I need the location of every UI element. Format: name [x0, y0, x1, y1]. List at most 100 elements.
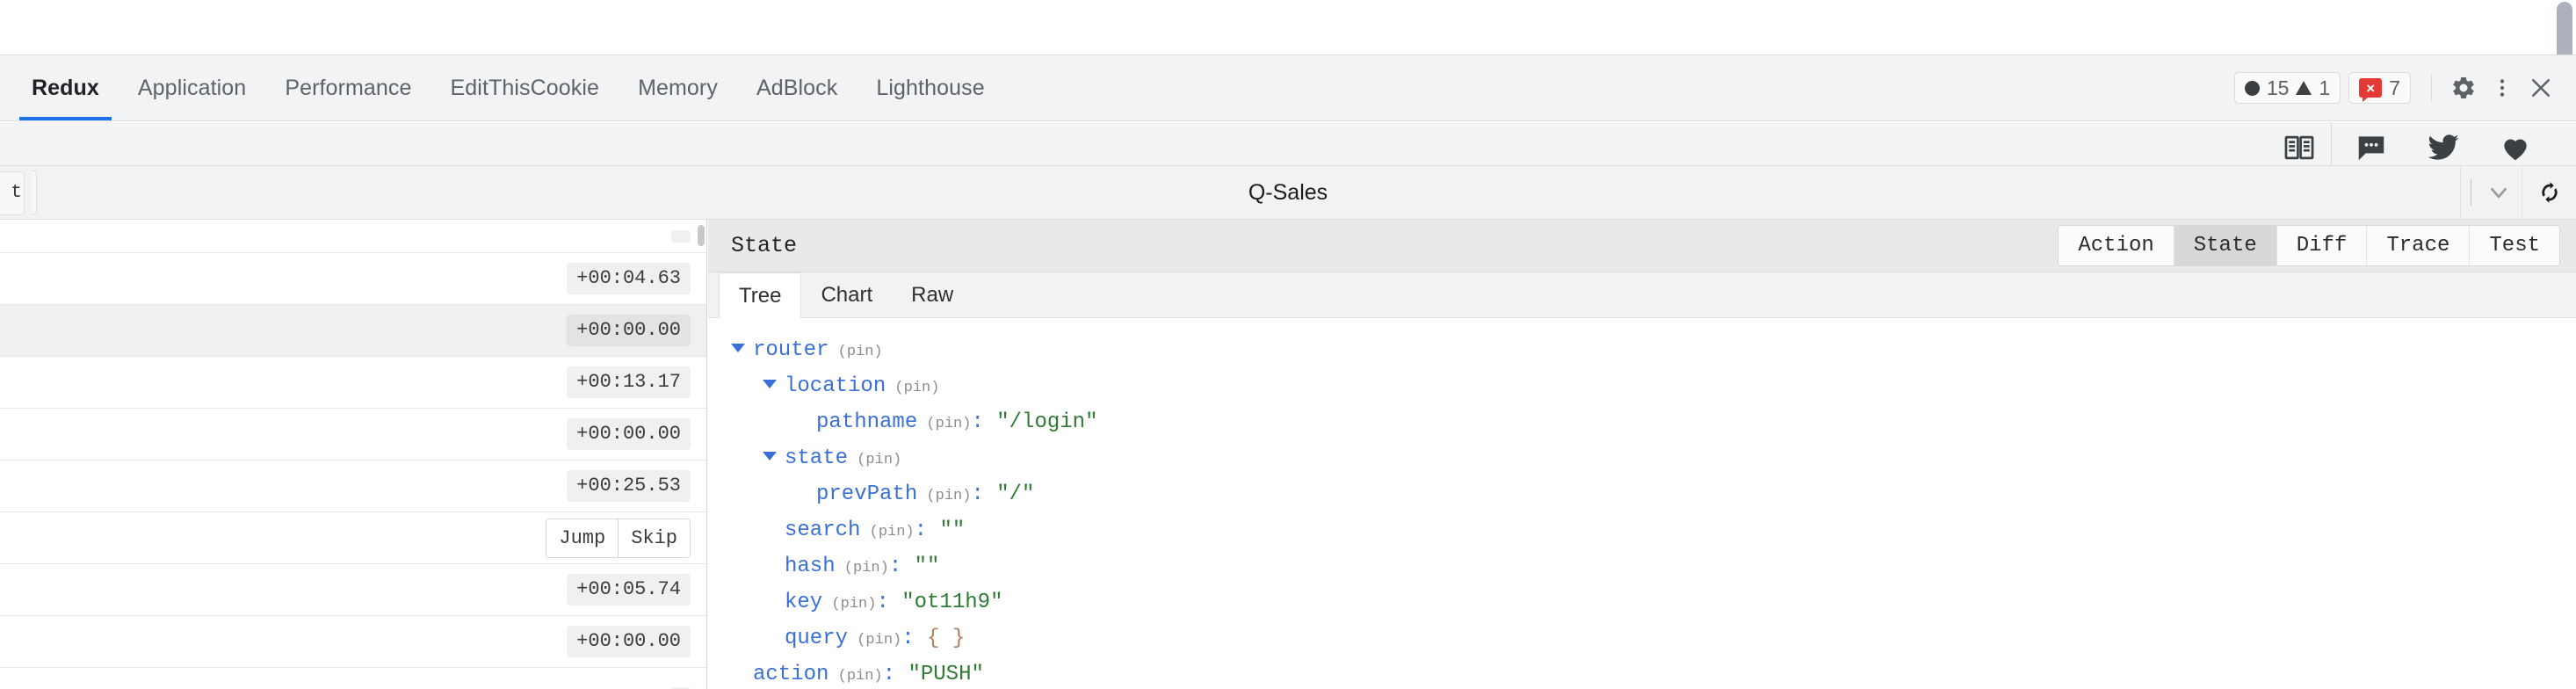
tree-node[interactable]: query (pin): { } [708, 620, 2576, 656]
twitter-icon[interactable] [2425, 129, 2462, 166]
tree-node-pin[interactable]: (pin) [829, 344, 883, 360]
expand-arrow-icon[interactable] [731, 344, 745, 352]
tree-node[interactable]: search (pin): "" [708, 512, 2576, 548]
instance-bar: t Q-Sales [0, 165, 2576, 220]
action-row[interactable]: +00:00.00 [0, 409, 706, 461]
message-warning-badge[interactable]: 15 1 [2233, 72, 2341, 104]
tree-node-pin[interactable]: (pin) [860, 524, 915, 540]
action-row[interactable]: +00:25.53 [0, 461, 706, 512]
action-timestamp: +00:00.00 [567, 315, 691, 346]
tree-node-key: hash [785, 555, 836, 578]
tree-node[interactable]: pathname (pin): "/login" [708, 404, 2576, 440]
action-row-hovered[interactable]: Jump Skip [0, 512, 706, 564]
action-row[interactable]: +00:04.63 [0, 253, 706, 305]
tree-node-key: key [785, 591, 823, 614]
tree-node-colon: : [971, 410, 997, 434]
jump-button[interactable]: Jump [546, 519, 619, 557]
tab-performance-label: Performance [285, 75, 412, 100]
tree-node-key: pathname [816, 410, 918, 434]
tab-memory[interactable]: Memory [619, 55, 737, 120]
tab-lighthouse[interactable]: Lighthouse [857, 55, 1003, 120]
tree-node-pin[interactable]: (pin) [829, 668, 883, 685]
close-icon[interactable] [2522, 69, 2560, 107]
tree-node-colon: : [914, 519, 940, 542]
tree-node-pin[interactable]: (pin) [917, 488, 971, 504]
action-list-scrollbar-thumb[interactable] [698, 225, 705, 246]
segment-test[interactable]: Test [2469, 226, 2559, 265]
tree-node-pin[interactable]: (pin) [886, 380, 939, 396]
message-count: 15 [2266, 76, 2290, 99]
devtools-tabs: Redux Application Performance EditThisCo… [0, 55, 1004, 120]
devtools-tab-bar: Redux Application Performance EditThisCo… [0, 54, 2576, 121]
tree-node-pin[interactable]: (pin) [836, 560, 889, 577]
subtab-tree[interactable]: Tree [719, 272, 802, 318]
tree-node[interactable]: action (pin): "PUSH" [708, 656, 2576, 689]
inspector-title: State [731, 233, 798, 258]
action-list-panel: +00:04.63 +00:00.00 +00:13.17 +00:00.00 … [0, 220, 707, 689]
tree-node-pin[interactable]: (pin) [822, 596, 876, 613]
tree-node[interactable]: location (pin) [708, 368, 2576, 404]
tab-performance[interactable]: Performance [265, 55, 431, 120]
warning-triangle-icon [2296, 81, 2312, 95]
error-badge[interactable]: × 7 [2348, 72, 2411, 104]
tab-redux[interactable]: Redux [12, 55, 119, 120]
instance-left-stub-button[interactable]: t [0, 170, 25, 215]
error-glyph: × [2366, 79, 2376, 97]
expand-arrow-icon[interactable] [763, 380, 777, 388]
tree-node[interactable]: key (pin): "ot11h9" [708, 584, 2576, 620]
skip-button[interactable]: Skip [618, 519, 690, 557]
action-row[interactable] [0, 220, 706, 253]
kebab-menu-icon[interactable] [2483, 69, 2522, 107]
tree-node-key: query [785, 627, 849, 650]
book-icon[interactable] [2281, 129, 2318, 166]
subtab-raw[interactable]: Raw [892, 272, 973, 317]
devtools-window: Redux Application Performance EditThisCo… [0, 0, 2576, 689]
tree-node-key: router [753, 338, 829, 362]
instance-left-stub-secondary[interactable] [32, 170, 37, 214]
tree-node-pin[interactable]: (pin) [917, 416, 971, 432]
tree-node-value: "" [939, 519, 966, 542]
tab-application-label: Application [137, 75, 247, 100]
message-dot-icon [2244, 80, 2260, 96]
chevron-down-icon [2491, 187, 2507, 199]
refresh-button[interactable] [2522, 165, 2576, 220]
inspector-segment-group: Action State Diff Trace Test [2058, 225, 2560, 266]
tree-node-value: { } [927, 627, 966, 650]
gear-icon[interactable] [2444, 69, 2483, 107]
main-content: +00:04.63 +00:00.00 +00:13.17 +00:00.00 … [0, 220, 2576, 689]
tab-adblock-label: AdBlock [756, 75, 838, 100]
action-row[interactable]: +00:13.17 [0, 357, 706, 409]
inspector-header: State Action State Diff Trace Test [708, 220, 2576, 272]
action-row[interactable]: +00:00.00 [0, 616, 706, 668]
tab-editthiscookie[interactable]: EditThisCookie [431, 55, 619, 120]
tree-node-pin[interactable]: (pin) [848, 452, 901, 468]
heart-icon[interactable] [2497, 129, 2534, 166]
tree-node[interactable]: state (pin) [708, 440, 2576, 476]
tab-lighthouse-label: Lighthouse [876, 75, 985, 100]
inspector-panel: State Action State Diff Trace Test Tree … [708, 220, 2576, 689]
tree-node-value: "/" [996, 482, 1035, 506]
tree-node-key: search [785, 519, 861, 542]
segment-diff[interactable]: Diff [2276, 226, 2367, 265]
tree-node[interactable]: prevPath (pin): "/" [708, 476, 2576, 512]
expand-arrow-icon[interactable] [763, 452, 777, 461]
refresh-icon [2541, 182, 2558, 203]
warning-count: 1 [2319, 76, 2331, 99]
tree-node[interactable]: hash (pin): "" [708, 548, 2576, 584]
segment-action[interactable]: Action [2059, 226, 2174, 265]
segment-state[interactable]: State [2173, 226, 2276, 265]
subtab-chart[interactable]: Chart [801, 272, 892, 317]
tree-node-pin[interactable]: (pin) [848, 632, 901, 649]
chat-bubble-icon[interactable] [2353, 129, 2390, 166]
action-row[interactable] [0, 668, 706, 689]
segment-trace[interactable]: Trace [2366, 226, 2470, 265]
instance-selector[interactable] [2460, 165, 2522, 220]
tree-node[interactable]: router (pin) [708, 332, 2576, 368]
tab-adblock[interactable]: AdBlock [737, 55, 857, 120]
tree-node-colon: : [971, 482, 997, 506]
action-timestamp: +00:25.53 [567, 470, 691, 502]
tree-node-key: prevPath [816, 482, 918, 506]
action-row[interactable]: +00:05.74 [0, 564, 706, 616]
action-row-selected[interactable]: +00:00.00 [0, 305, 706, 357]
tab-application[interactable]: Application [119, 55, 265, 120]
